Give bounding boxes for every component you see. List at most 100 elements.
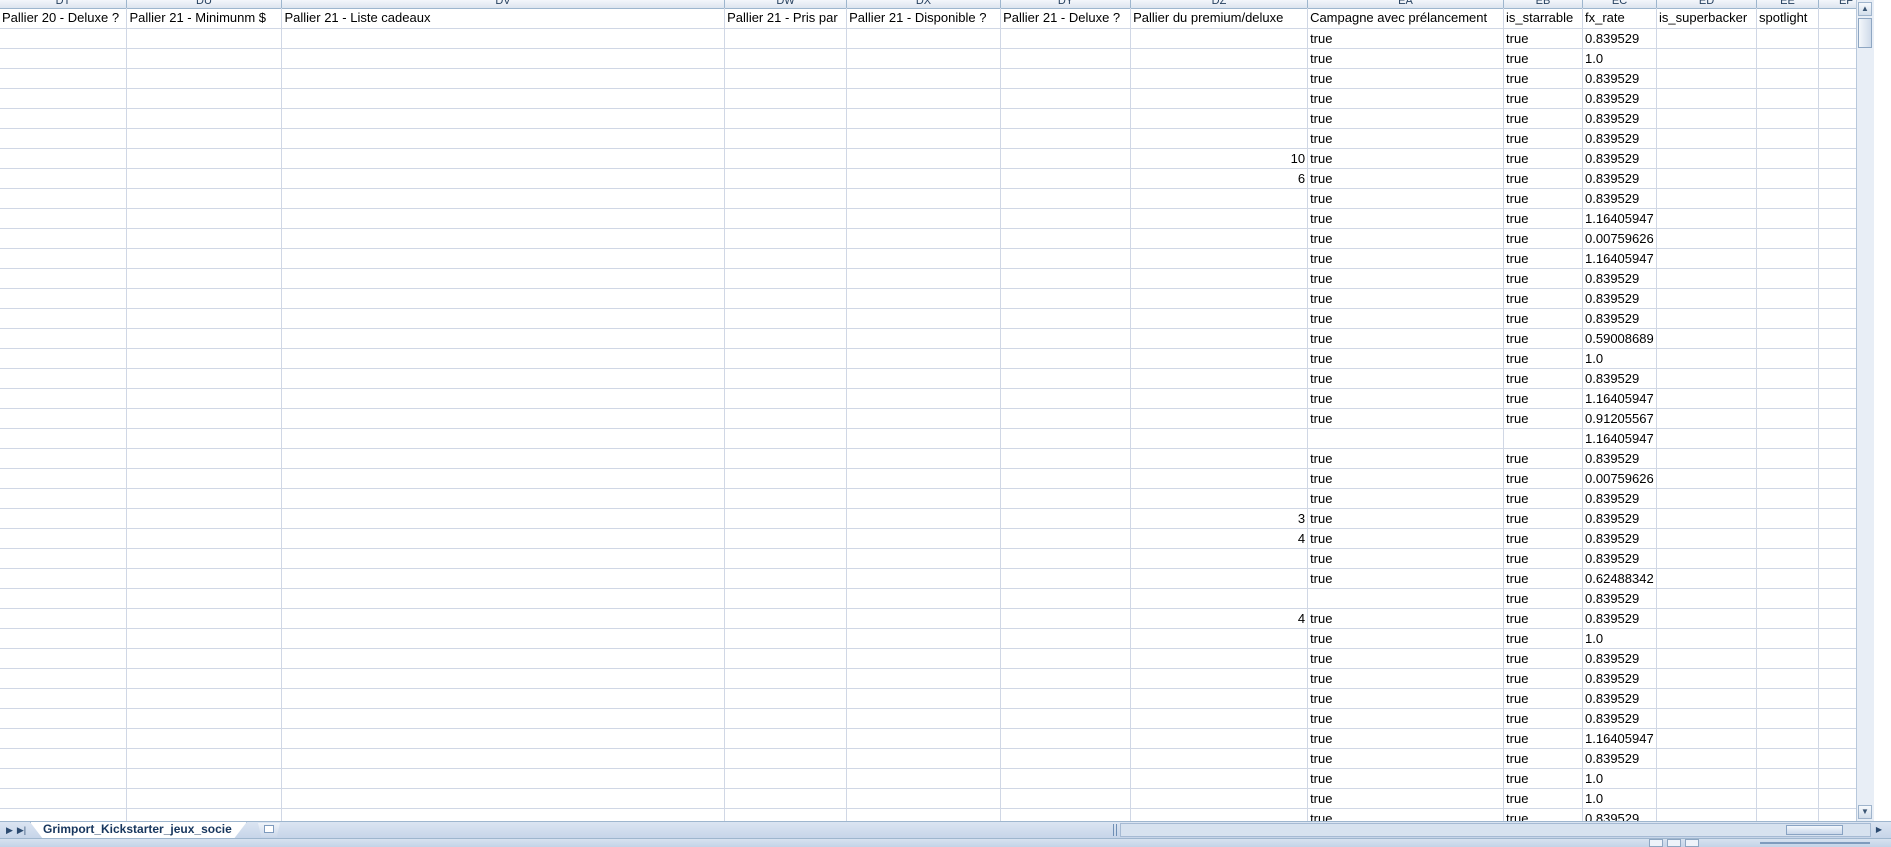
cell[interactable] [0,228,128,249]
cell[interactable]: true [1307,548,1505,569]
cell[interactable] [1000,328,1132,349]
cell[interactable]: true [1503,728,1584,749]
cell[interactable] [724,708,848,729]
cell[interactable] [281,648,726,669]
cell[interactable] [126,208,283,229]
cell[interactable] [1756,508,1819,529]
cell[interactable] [1000,448,1132,469]
cell[interactable] [0,568,128,589]
cell[interactable] [281,368,726,389]
cell[interactable]: 0.839529 [1582,808,1657,821]
cell[interactable] [1756,188,1819,209]
cell[interactable] [126,408,283,429]
cell[interactable]: true [1307,288,1505,309]
cell[interactable] [1000,628,1132,649]
cell[interactable] [1756,248,1819,269]
cell[interactable] [281,528,726,549]
cell[interactable] [846,228,1002,249]
cell[interactable]: true [1503,28,1584,49]
cell[interactable] [846,128,1002,149]
cell[interactable]: true [1503,108,1584,129]
cell[interactable] [126,468,283,489]
cell[interactable] [1756,648,1819,669]
cell[interactable] [0,648,128,669]
cell[interactable] [1130,368,1309,389]
cell[interactable] [126,728,283,749]
cell[interactable] [846,668,1002,689]
cell[interactable] [281,688,726,709]
cell[interactable] [1000,268,1132,289]
cell[interactable] [1756,308,1819,329]
cell[interactable] [1756,748,1819,769]
cell[interactable] [0,688,128,709]
cell[interactable]: true [1307,128,1505,149]
cell[interactable] [846,88,1002,109]
cell[interactable] [0,388,128,409]
cell[interactable]: 0.839529 [1582,368,1657,389]
cell[interactable] [1130,228,1309,249]
cell[interactable] [0,48,128,69]
cell[interactable] [1656,608,1757,629]
cell[interactable] [724,668,848,689]
cell[interactable] [1000,728,1132,749]
cell[interactable] [1130,28,1309,49]
cell[interactable] [724,128,848,149]
cell[interactable] [0,668,128,689]
worksheet-grid[interactable]: DT DU DV DW DX DY DZ EA EB EC ED EE EF Pallier 20 - … [0,0,1874,821]
cell[interactable]: true [1503,48,1584,69]
cell[interactable]: true [1307,108,1505,129]
cell[interactable]: true [1307,148,1505,169]
cell[interactable] [126,328,283,349]
cell[interactable] [1656,68,1757,89]
cell[interactable]: true [1503,228,1584,249]
cell[interactable] [846,588,1002,609]
cell[interactable] [0,168,128,189]
vertical-scrollbar[interactable]: ▲ ▼ [1856,0,1874,821]
cell[interactable] [724,188,848,209]
cell[interactable]: true [1503,628,1584,649]
cell[interactable]: 0.839529 [1582,508,1657,529]
cell[interactable]: true [1503,388,1584,409]
cell[interactable] [724,728,848,749]
column-header-cell[interactable]: is_starrable [1503,8,1584,29]
cell[interactable] [846,688,1002,709]
cell[interactable] [846,308,1002,329]
cell[interactable] [126,168,283,189]
column-letter[interactable]: EE [1757,0,1819,8]
cell[interactable] [1000,128,1132,149]
cell[interactable] [724,648,848,669]
cell[interactable] [724,48,848,69]
cell[interactable]: 3 [1130,508,1309,529]
cell[interactable] [126,528,283,549]
cell[interactable]: true [1307,788,1505,809]
cell[interactable] [1756,388,1819,409]
cell[interactable] [1656,268,1757,289]
cell[interactable] [1656,188,1757,209]
cell[interactable] [846,388,1002,409]
cell[interactable] [1000,468,1132,489]
cell[interactable]: true [1307,388,1505,409]
cell[interactable] [1000,788,1132,809]
cell[interactable] [0,248,128,269]
cell[interactable] [1130,548,1309,569]
cell[interactable] [0,728,128,749]
cell[interactable] [1000,228,1132,249]
cell[interactable] [1656,788,1757,809]
cell[interactable] [1756,88,1819,109]
cell[interactable] [1656,48,1757,69]
cell[interactable]: true [1307,268,1505,289]
cell[interactable]: 0.839529 [1582,548,1657,569]
cell[interactable] [1130,208,1309,229]
cell[interactable] [126,808,283,821]
cell[interactable] [1756,288,1819,309]
cell[interactable] [724,448,848,469]
cell[interactable] [846,808,1002,821]
cell[interactable]: true [1307,248,1505,269]
cell[interactable] [724,388,848,409]
cell[interactable]: 0.839529 [1582,488,1657,509]
cell[interactable] [1000,248,1132,269]
cell[interactable]: true [1307,768,1505,789]
cell[interactable] [1656,148,1757,169]
cell[interactable] [1756,548,1819,569]
cell[interactable] [724,548,848,569]
